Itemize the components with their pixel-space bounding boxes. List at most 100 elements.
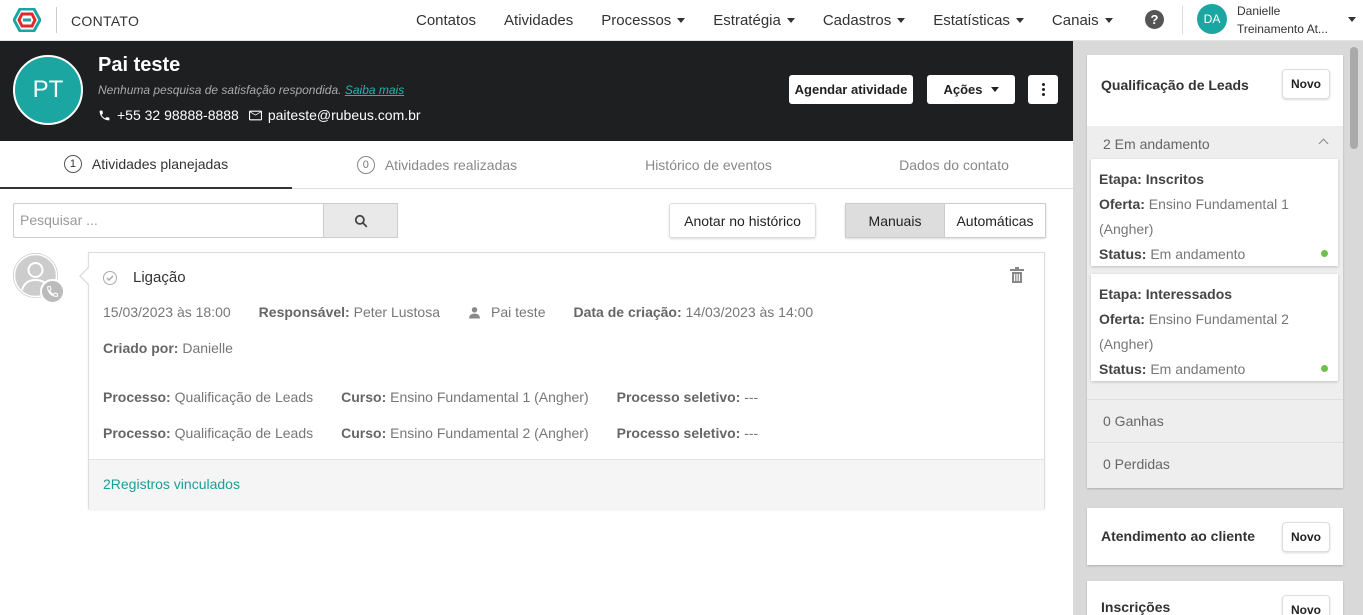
linked-records-link[interactable]: 2Registros vinculados <box>89 459 1044 509</box>
course-label: Curso: <box>341 425 387 441</box>
menu-atividades[interactable]: Atividades <box>504 12 573 29</box>
tab-planned-activities[interactable]: 1 Atividades planejadas <box>0 141 292 189</box>
complete-check-icon[interactable] <box>103 270 117 285</box>
status-row: Status: Em andamento <box>1099 357 1330 382</box>
menu-processos[interactable]: Processos <box>601 11 686 29</box>
creator-label: Criado por: <box>103 340 179 356</box>
selective-value: --- <box>744 425 759 441</box>
logo-divider <box>56 7 57 33</box>
menu-label: Processos <box>601 11 672 29</box>
contact-avatar: PT <box>13 55 83 125</box>
course-value: Ensino Fundamental 1 (Angher) <box>390 389 589 405</box>
menu-label: Estratégia <box>713 11 781 29</box>
user-subtitle: Treinamento At... <box>1237 22 1328 36</box>
menu-canais[interactable]: Canais <box>1052 12 1113 29</box>
lost-group[interactable]: 0 Perdidas <box>1087 442 1343 488</box>
stage-card[interactable]: Etapa: Inscritos Oferta: Ensino Fundamen… <box>1091 159 1338 266</box>
user-menu[interactable]: Danielle Treinamento At... <box>1237 2 1328 38</box>
contact-phone[interactable]: +55 32 98888-8888 <box>117 107 239 123</box>
menu-label: Cadastros <box>822 11 892 29</box>
new-process-button[interactable]: Novo <box>1282 595 1330 615</box>
user-divider <box>1182 6 1183 34</box>
menu-cadastros[interactable]: Cadastros <box>822 11 906 29</box>
won-group[interactable]: 0 Ganhas <box>1087 399 1343 442</box>
status-dot-icon <box>1321 250 1328 257</box>
contact-email[interactable]: paiteste@rubeus.com.br <box>268 107 421 123</box>
creator-row: Criado por: Danielle <box>103 340 233 356</box>
survey-text: Nenhuma pesquisa de satisfação respondid… <box>98 83 342 97</box>
menu-label: Canais <box>1051 11 1099 29</box>
survey-learn-more-link[interactable]: Saiba mais <box>345 83 404 97</box>
caret-down-icon <box>897 17 906 23</box>
new-process-button[interactable]: Novo <box>1282 69 1330 99</box>
menu-contatos[interactable]: Contatos <box>416 12 476 29</box>
created-label: Data de criação: <box>573 304 682 320</box>
status-label: Status: <box>1099 361 1147 377</box>
menu-estatisticas[interactable]: Estatísticas <box>933 12 1024 29</box>
status-dot-icon <box>1321 365 1328 372</box>
activity-type-toggle: Manuais Automáticas <box>845 203 1046 238</box>
course-group: Curso: Ensino Fundamental 2 (Angher) <box>341 425 588 441</box>
user-caret-down-icon[interactable] <box>1348 17 1356 22</box>
tab-event-history[interactable]: Histórico de eventos <box>582 141 835 189</box>
search-input[interactable]: Pesquisar ... <box>13 203 324 238</box>
tab-completed-activities[interactable]: 0 Atividades realizadas <box>292 141 582 189</box>
phone-icon <box>99 110 110 120</box>
offer-row: Oferta: Ensino Fundamental 2 (Angher) <box>1099 307 1330 357</box>
search-button[interactable] <box>323 203 398 238</box>
annotate-history-button[interactable]: Anotar no histórico <box>669 203 816 238</box>
user-avatar[interactable]: DA <box>1197 4 1227 34</box>
course-label: Curso: <box>341 389 387 405</box>
tab-contact-data[interactable]: Dados do contato <box>835 141 1073 189</box>
contact-name: Pai teste <box>98 54 181 76</box>
process-card-support: Atendimento ao cliente Novo <box>1087 508 1343 565</box>
process-card-header: Qualificação de Leads Novo <box>1087 55 1343 125</box>
selective-label: Processo seletivo: <box>616 389 741 405</box>
top-navigation: CONTATO Contatos Atividades Processos Es… <box>0 0 1363 41</box>
caret-down-icon <box>1104 17 1113 23</box>
status-row: Status: Em andamento <box>1099 242 1330 267</box>
process-card-leads: Qualificação de Leads Novo 2 Em andament… <box>1087 55 1343 488</box>
linked-record-row: Processo: Qualificação de Leads Curso: E… <box>103 425 758 441</box>
activity-meta-row: 15/03/2023 às 18:00 Responsável: Peter L… <box>103 304 813 320</box>
process-label: Processo: <box>103 389 171 405</box>
page-label: CONTATO <box>71 13 140 29</box>
activity-datetime: 15/03/2023 às 18:00 <box>103 304 231 320</box>
status-value: Em andamento <box>1150 246 1246 262</box>
stage-value: Inscritos <box>1145 171 1205 187</box>
menu-estrategia[interactable]: Estratégia <box>713 12 795 29</box>
phone-icon <box>47 286 58 297</box>
schedule-activity-button[interactable]: Agendar atividade <box>789 75 913 104</box>
selective-value: --- <box>744 389 759 405</box>
more-options-button[interactable] <box>1028 75 1058 104</box>
linked-contact-group: Pai teste <box>468 304 545 320</box>
actions-button[interactable]: Ações <box>927 75 1015 104</box>
process-card-enrollments: Inscrições Novo <box>1087 581 1343 615</box>
process-label: Processo: <box>103 425 171 441</box>
process-title: Qualificação de Leads <box>1101 77 1249 93</box>
panel-scrollbar[interactable] <box>1350 47 1358 149</box>
caret-down-icon <box>990 87 999 92</box>
stage-card[interactable]: Etapa: Interessados Oferta: Ensino Funda… <box>1091 274 1338 381</box>
new-process-button[interactable]: Novo <box>1282 522 1330 552</box>
activity-card: Ligação 15/03/2023 às 18:00 Responsável:… <box>88 252 1045 509</box>
tab-count-badge: 1 <box>63 155 82 173</box>
rubeus-logo-icon[interactable] <box>13 8 41 32</box>
stage-label: Etapa: <box>1099 171 1142 187</box>
help-icon[interactable]: ? <box>1145 10 1164 29</box>
process-value: Qualificação de Leads <box>174 389 314 405</box>
contact-info: +55 32 98888-8888 paiteste@rubeus.com.br <box>98 107 421 123</box>
caret-down-icon <box>677 17 686 23</box>
toggle-manual[interactable]: Manuais <box>845 203 945 238</box>
process-group: Processo: Qualificação de Leads <box>103 425 313 441</box>
menu-label: Contatos <box>416 11 477 29</box>
caret-down-icon <box>1015 17 1024 23</box>
search-icon <box>354 214 367 227</box>
chevron-up-icon[interactable] <box>1318 138 1329 149</box>
toggle-automatic[interactable]: Automáticas <box>945 203 1046 238</box>
card-pointer-inner <box>81 267 90 285</box>
linked-contact[interactable]: Pai teste <box>491 304 545 320</box>
tab-label: Histórico de eventos <box>645 157 772 173</box>
trash-icon[interactable] <box>1010 267 1024 283</box>
menu-label: Atividades <box>504 11 574 29</box>
